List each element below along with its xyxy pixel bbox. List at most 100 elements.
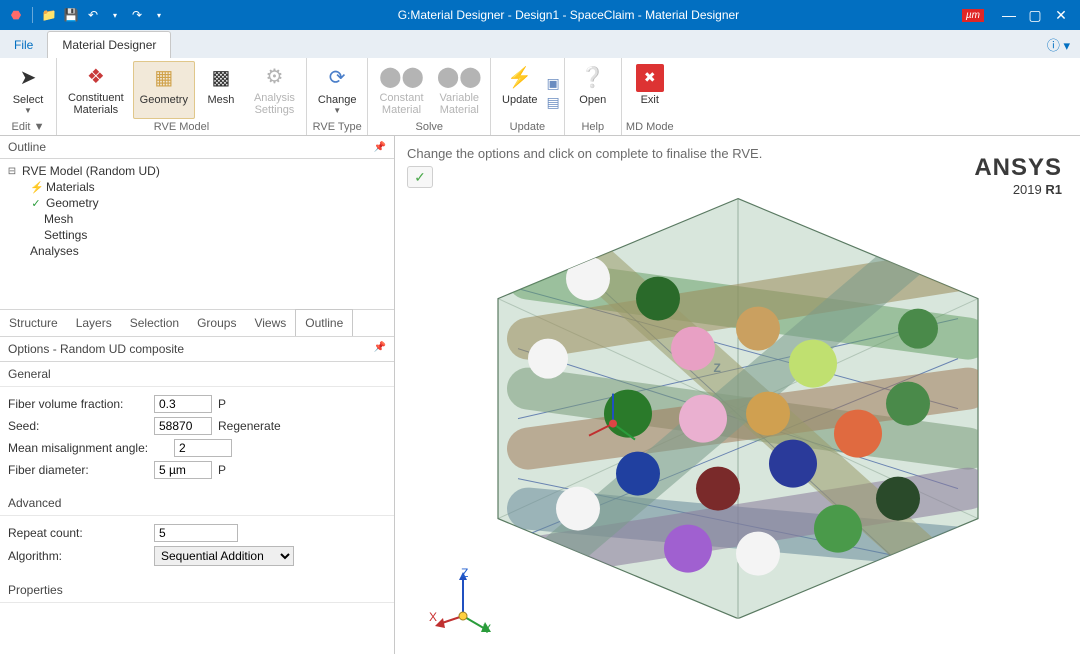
pin-icon[interactable]: 📌 — [374, 142, 386, 153]
undo-dropdown-icon[interactable]: ▾ — [107, 7, 123, 23]
viewport-3d[interactable]: Change the options and click on complete… — [395, 136, 1080, 654]
tab-outline[interactable]: Outline — [295, 309, 353, 336]
tree-item-settings[interactable]: Settings — [44, 228, 87, 242]
app-icon: ⬣ — [8, 7, 24, 23]
rve-geometry — [458, 189, 1018, 619]
exit-button[interactable]: ✖ Exit — [626, 61, 674, 119]
check-icon: ✓ — [30, 197, 42, 210]
window-title: G:Material Designer - Design1 - SpaceCla… — [175, 8, 962, 22]
mma-input[interactable] — [174, 439, 232, 457]
geometry-button[interactable]: ▦ Geometry — [133, 61, 195, 119]
minimize-button[interactable]: — — [998, 4, 1020, 26]
properties-section-header[interactable]: Properties — [0, 578, 394, 603]
cursor-icon: ➤ — [14, 64, 42, 92]
redo-icon[interactable]: ↷ — [129, 7, 145, 23]
save-icon[interactable]: 💾 — [63, 7, 79, 23]
fd-input[interactable] — [154, 461, 212, 479]
orientation-triad[interactable]: Z X Y — [433, 566, 503, 636]
fd-param-link[interactable]: P — [218, 463, 226, 477]
undo-icon[interactable]: ↶ — [85, 7, 101, 23]
close-button[interactable]: ✕ — [1050, 4, 1072, 26]
ribbon-group-help: ❔ Open Help — [565, 58, 622, 135]
tab-groups[interactable]: Groups — [188, 310, 245, 336]
complete-button[interactable]: ✓ — [407, 166, 433, 188]
window-controls: µm — ▢ ✕ — [962, 4, 1080, 26]
tab-material-designer[interactable]: Material Designer — [47, 31, 171, 58]
gear-icon: ⚙ — [260, 64, 288, 90]
unit-badge[interactable]: µm — [962, 9, 984, 22]
fvf-input[interactable] — [154, 395, 212, 413]
geometry-icon: ▦ — [150, 64, 178, 92]
repeat-input[interactable] — [154, 524, 238, 542]
open-folder-icon[interactable]: 📁 — [41, 7, 57, 23]
constituent-materials-button[interactable]: ❖ Constituent Materials — [61, 61, 131, 119]
ribbon-solve-label: Solve — [372, 119, 486, 135]
ribbon-rve-model-label: RVE Model — [61, 119, 302, 135]
panel-tabs: Structure Layers Selection Groups Views … — [0, 309, 394, 337]
tree-root[interactable]: RVE Model (Random UD) — [22, 164, 160, 178]
title-bar: ⬣ 📁 💾 ↶ ▾ ↷ ▾ G:Material Designer - Desi… — [0, 0, 1080, 30]
options-title: Options - Random UD composite — [8, 342, 184, 356]
tab-selection[interactable]: Selection — [121, 310, 188, 336]
change-button[interactable]: ⟳ Change ▼ — [311, 61, 364, 119]
menu-bar: File Material Designer ⓘ ▾ — [0, 30, 1080, 58]
expand-icon[interactable]: ⊟ — [6, 166, 18, 177]
options-panel: Options - Random UD composite 📌 General F… — [0, 337, 394, 603]
general-section-header[interactable]: General — [0, 362, 394, 387]
outline-panel-header: Outline 📌 — [0, 136, 394, 159]
tab-structure[interactable]: Structure — [0, 310, 67, 336]
pin-icon[interactable]: 📌 — [374, 342, 386, 356]
tree-item-mesh[interactable]: Mesh — [44, 212, 73, 226]
tab-views[interactable]: Views — [245, 310, 295, 336]
ribbon: ➤ Select ▼ Edit ▼ ❖ Constituent Material… — [0, 58, 1080, 136]
maximize-button[interactable]: ▢ — [1024, 4, 1046, 26]
bolt-icon: ⚡ — [506, 64, 534, 92]
fd-label: Fiber diameter: — [8, 463, 148, 477]
ribbon-update-label: Update — [495, 119, 560, 135]
mma-label: Mean misalignment angle: — [8, 441, 168, 455]
regenerate-link[interactable]: Regenerate — [218, 419, 281, 433]
options-small-icon-2[interactable]: ▤ — [547, 94, 560, 111]
help-dropdown-icon[interactable]: ⓘ ▾ — [1037, 31, 1080, 58]
tab-layers[interactable]: Layers — [67, 310, 121, 336]
fvf-param-link[interactable]: P — [218, 397, 226, 411]
variable-material-button[interactable]: ⬤⬤ Variable Material — [433, 61, 487, 119]
outline-tree[interactable]: ⊟ RVE Model (Random UD) ⚡ Materials ✓ Geome… — [0, 159, 394, 309]
refresh-icon: ⟳ — [323, 64, 351, 92]
redo-dropdown-icon[interactable]: ▾ — [151, 7, 167, 23]
materials-icon: ❖ — [82, 64, 110, 90]
algo-label: Algorithm: — [8, 549, 148, 563]
ribbon-rve-type-label: RVE Type — [311, 119, 364, 135]
fvf-label: Fiber volume fraction: — [8, 397, 148, 411]
status-icon: ⚡ — [30, 181, 42, 194]
file-menu[interactable]: File — [0, 32, 47, 58]
chevron-down-icon[interactable]: ▼ — [34, 121, 45, 133]
ribbon-group-md-mode: ✖ Exit MD Mode — [622, 58, 678, 135]
mesh-button[interactable]: ▩ Mesh — [197, 61, 245, 119]
analysis-settings-button[interactable]: ⚙ Analysis Settings — [247, 61, 302, 119]
open-help-button[interactable]: ❔ Open — [569, 61, 617, 119]
constant-material-button[interactable]: ⬤⬤ Constant Material — [372, 61, 430, 119]
axis-label-z: Z — [461, 566, 468, 580]
ribbon-group-rve-model: ❖ Constituent Materials ▦ Geometry ▩ Mes… — [57, 58, 307, 135]
update-button[interactable]: ⚡ Update — [495, 61, 544, 119]
left-panel: Outline 📌 ⊟ RVE Model (Random UD) ⚡ Materi… — [0, 136, 395, 654]
seed-label: Seed: — [8, 419, 148, 433]
axis-label-x: X — [429, 610, 437, 624]
spheres-var-icon: ⬤⬤ — [445, 64, 473, 90]
tree-item-geometry[interactable]: Geometry — [46, 196, 99, 210]
chevron-down-icon: ▼ — [333, 106, 341, 115]
repeat-label: Repeat count: — [8, 526, 148, 540]
options-small-icon[interactable]: ▣ — [547, 75, 560, 92]
advanced-section-header[interactable]: Advanced — [0, 491, 394, 516]
algo-select[interactable]: Sequential Addition — [154, 546, 294, 566]
spheres-icon: ⬤⬤ — [387, 64, 415, 90]
ribbon-group-rve-type: ⟳ Change ▼ RVE Type — [307, 58, 369, 135]
tree-item-materials[interactable]: Materials — [46, 180, 95, 194]
seed-input[interactable] — [154, 417, 212, 435]
select-button[interactable]: ➤ Select ▼ — [4, 61, 52, 119]
axis-label-y: Y — [483, 622, 491, 636]
tree-item-analyses[interactable]: Analyses — [30, 244, 79, 258]
ribbon-edit-label: Edit — [12, 121, 31, 133]
viewport-hint: Change the options and click on complete… — [407, 146, 762, 161]
